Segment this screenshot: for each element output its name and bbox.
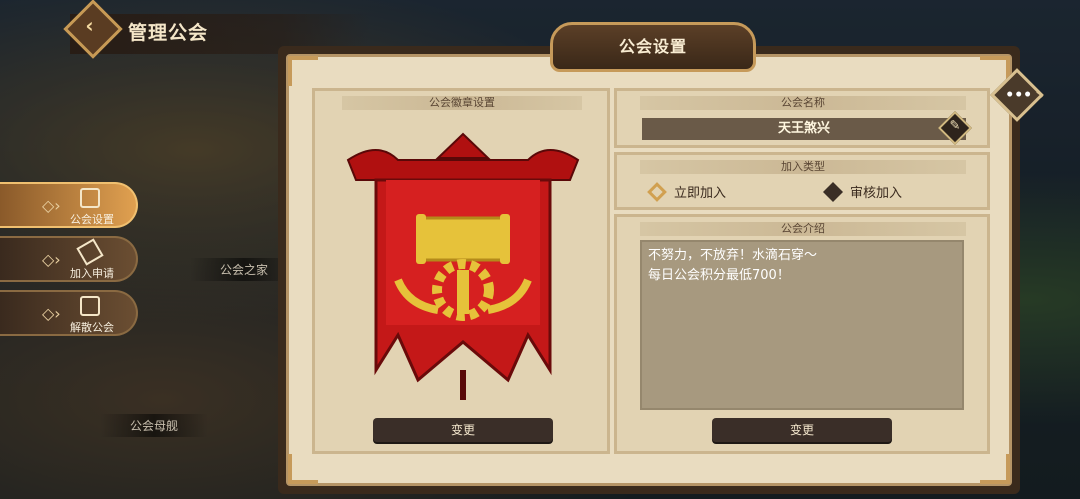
guild-intro-header: 公会介绍 bbox=[640, 222, 966, 236]
disband-icon bbox=[80, 296, 100, 316]
chevron-left-icon: ‹ bbox=[85, 13, 94, 38]
map-label-mothership[interactable]: 公会母舰 bbox=[100, 414, 209, 437]
gavel-icon bbox=[76, 238, 104, 266]
option-label: 审核加入 bbox=[850, 186, 903, 201]
panel-title: 公会设置 bbox=[618, 37, 687, 56]
join-option-review[interactable]: 审核加入 bbox=[823, 182, 903, 202]
join-option-instant[interactable]: 立即加入 bbox=[647, 182, 727, 202]
guild-banner-emblem bbox=[346, 132, 580, 400]
chevron-right-icon: ◇› bbox=[42, 304, 61, 323]
pencil-icon: ✎ bbox=[949, 118, 961, 134]
option-label: 立即加入 bbox=[674, 186, 727, 201]
chevron-right-icon: ◇› bbox=[42, 196, 61, 215]
tab-join-requests[interactable]: ◇› 加入申请 bbox=[0, 236, 138, 282]
tab-label: 加入申请 bbox=[70, 267, 114, 280]
chevron-right-icon: ◇› bbox=[42, 250, 61, 269]
page-title: 管理公会 bbox=[128, 22, 209, 44]
tab-label: 公会设置 bbox=[70, 213, 114, 226]
radio-unselected-icon bbox=[823, 182, 843, 202]
corner-ornament bbox=[288, 56, 318, 86]
chat-icon: ••• bbox=[1005, 87, 1033, 104]
guild-settings-icon bbox=[80, 188, 100, 208]
tab-disband-guild[interactable]: ◇› 解散公会 bbox=[0, 290, 138, 336]
emblem-header: 公会徽章设置 bbox=[342, 96, 582, 110]
change-emblem-button[interactable]: 变更 bbox=[373, 418, 553, 442]
radio-selected-icon bbox=[647, 182, 667, 202]
tab-label: 解散公会 bbox=[70, 321, 114, 334]
join-type-header: 加入类型 bbox=[640, 160, 966, 174]
chevron-right-icon[interactable]: › bbox=[1034, 80, 1045, 110]
panel-title-plate: 公会设置 bbox=[550, 22, 756, 72]
corner-ornament bbox=[980, 454, 1010, 484]
change-intro-button[interactable]: 变更 bbox=[712, 418, 892, 442]
guild-name-field: 天王煞兴 bbox=[642, 118, 966, 140]
corner-ornament bbox=[288, 454, 318, 484]
guild-name-header: 公会名称 bbox=[640, 96, 966, 110]
guild-intro-text: 不努力，不放弃！水滴石穿～ 每日公会积分最低700！ bbox=[640, 240, 964, 410]
tab-guild-settings[interactable]: ◇› 公会设置 bbox=[0, 182, 138, 228]
